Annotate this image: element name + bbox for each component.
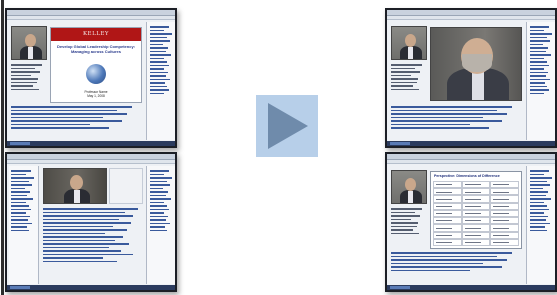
- presenter-video: [391, 26, 427, 60]
- table-title: Perspective: Dimensions of Difference: [434, 174, 500, 178]
- thumbnail-bottom-left[interactable]: [5, 152, 177, 292]
- presenter-video: [11, 26, 47, 60]
- outline-panel: [526, 22, 555, 140]
- presenter-video: [43, 168, 107, 204]
- transcript-text: [43, 208, 143, 264]
- transcript-text: [391, 106, 523, 131]
- title-slide: KELLEY Develop Global Leadership Compete…: [50, 27, 142, 103]
- thumbnail-top-right[interactable]: [385, 8, 557, 148]
- slide-author: Professor Name May 1, 2008: [84, 90, 108, 98]
- notes-text: [11, 64, 45, 92]
- slide-title: Develop Global Leadership Competency: Ma…: [56, 44, 136, 54]
- thumbnail-bottom-right[interactable]: Perspective: Dimensions of Difference: [385, 152, 557, 292]
- window-toolbar: [7, 16, 175, 20]
- taskbar: [387, 141, 555, 146]
- dimensions-table: [433, 181, 519, 246]
- outline-panel: [526, 166, 555, 284]
- taskbar: [387, 285, 555, 290]
- slide-list-panel: [9, 166, 39, 284]
- outline-panel: [146, 22, 175, 140]
- window-toolbar: [387, 16, 555, 20]
- globe-image: [86, 64, 106, 84]
- notes-text: [391, 64, 425, 92]
- window-toolbar: [7, 160, 175, 164]
- play-icon: [268, 103, 308, 149]
- kelley-logo: KELLEY: [51, 28, 141, 41]
- transcript-text: [11, 106, 143, 131]
- notes-text: [391, 208, 425, 236]
- left-frame-edge: [1, 0, 4, 295]
- speaker-closeup-video: [430, 27, 522, 101]
- dimensions-table-slide: Perspective: Dimensions of Difference: [430, 171, 522, 249]
- outline-panel: [146, 166, 175, 284]
- thumbnail-top-left[interactable]: KELLEY Develop Global Leadership Compete…: [5, 8, 177, 148]
- blank-slide-area: [109, 168, 143, 204]
- window-toolbar: [387, 160, 555, 164]
- taskbar: [7, 285, 175, 290]
- presenter-video: [391, 170, 427, 204]
- transcript-text: [391, 252, 523, 273]
- taskbar: [7, 141, 175, 146]
